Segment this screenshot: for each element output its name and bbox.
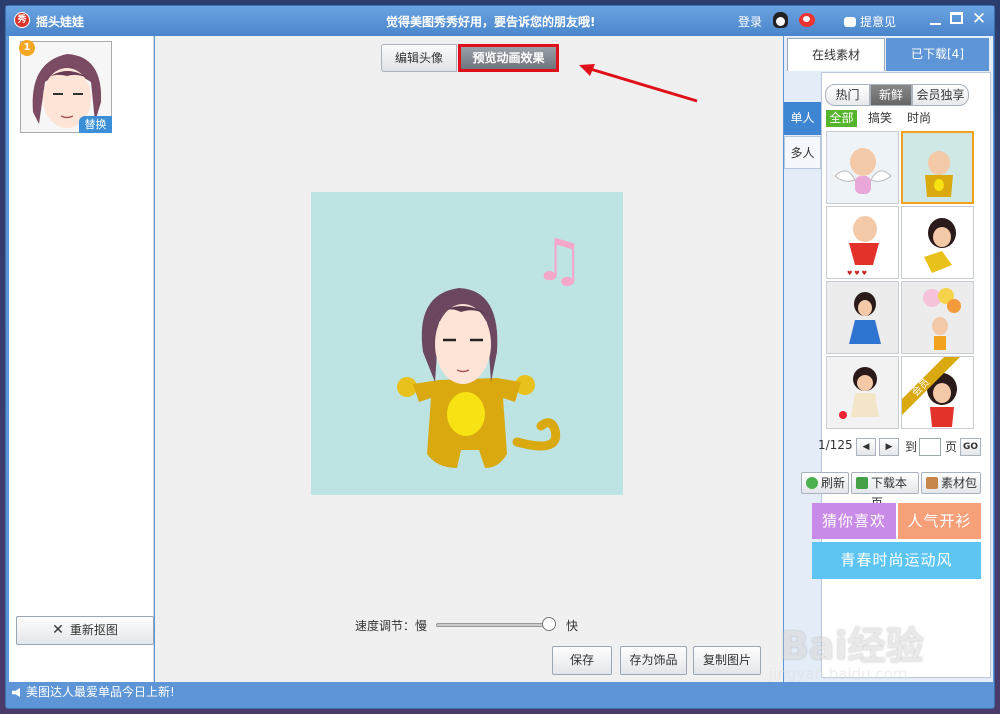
preview-area: 编辑头像 预览动画效果 ♫ 速度调节：慢 快 保存 存为饰品 复制图片: [155, 36, 783, 682]
refresh-label: 刷新: [821, 476, 846, 490]
balloon-girl-thumbnail: [923, 288, 961, 350]
material-item[interactable]: [901, 206, 974, 279]
feedback-button[interactable]: 提意见: [844, 13, 896, 30]
page-indicator: 1/125: [818, 438, 853, 452]
status-bar: 美图达人最爱单品今日上新!: [6, 682, 994, 709]
app-window: 秀 摇头娃娃 觉得美图秀秀好用，要告诉您的朋友哦! 登录 提意见 ✕ 1 替换 …: [5, 5, 995, 709]
go-button[interactable]: GO: [960, 438, 981, 456]
angel-baby-thumbnail: [834, 148, 892, 194]
app-title: 摇头娃娃: [36, 15, 85, 29]
material-pack-button[interactable]: 素材包: [921, 472, 981, 494]
speech-bubble-icon: [844, 17, 856, 27]
save-button[interactable]: 保存: [552, 646, 612, 675]
recrop-button[interactable]: ✕ 重新抠图: [16, 616, 154, 645]
refresh-icon: [806, 477, 818, 489]
material-item[interactable]: [826, 356, 899, 429]
promo-youth-sports[interactable]: 青春时尚运动风: [812, 542, 981, 579]
minimize-button[interactable]: [927, 11, 945, 29]
speed-slider[interactable]: [436, 623, 548, 627]
vip-girl-thumbnail: 会员: [902, 357, 960, 427]
close-button[interactable]: ✕: [970, 9, 988, 29]
filter-funny[interactable]: 搞笑: [868, 110, 892, 127]
close-x-icon: ✕: [52, 622, 64, 638]
maximize-button[interactable]: [950, 12, 963, 24]
animation-canvas: ♫: [311, 192, 623, 495]
feedback-label: 提意见: [860, 15, 897, 29]
package-icon: [926, 477, 938, 489]
tab-online-materials[interactable]: 在线素材: [787, 38, 885, 71]
music-note-icon: ♫: [533, 226, 585, 294]
material-item[interactable]: [901, 281, 974, 354]
page-unit-label: 页: [945, 440, 958, 454]
refresh-button[interactable]: 刷新: [801, 472, 849, 494]
red-outfit-baby-thumbnail: ♥ ♥ ♥: [847, 216, 879, 277]
copy-image-button[interactable]: 复制图片: [693, 646, 761, 675]
save-as-accessory-button[interactable]: 存为饰品: [620, 646, 687, 675]
page-number-input[interactable]: [919, 438, 941, 456]
svg-text:♥ ♥ ♥: ♥ ♥ ♥: [847, 270, 867, 277]
download-page-button[interactable]: 下载本页: [851, 472, 919, 510]
title-bar: 秀 摇头娃娃 觉得美图秀秀好用，要告诉您的朋友哦! 登录 提意见 ✕: [6, 6, 994, 36]
side-tab-single[interactable]: 单人: [784, 102, 821, 135]
material-item-selected[interactable]: [901, 131, 974, 204]
material-item-vip[interactable]: 会员: [901, 356, 974, 429]
filter-all[interactable]: 全部: [826, 110, 857, 127]
shaking-head-doll-figure: ♫: [311, 192, 623, 495]
category-segment: 热门 新鲜 会员独享: [825, 84, 969, 106]
speed-slider-knob[interactable]: [542, 617, 556, 631]
filter-fashion[interactable]: 时尚: [907, 110, 931, 127]
tab-downloaded[interactable]: 已下载[4]: [886, 38, 989, 71]
photo-index-badge: 1: [19, 40, 35, 56]
girl-flower-pot-thumbnail: [839, 367, 879, 419]
girl-blue-dress-thumbnail: [849, 292, 881, 344]
material-pack-label: 素材包: [941, 476, 978, 490]
recrop-label: 重新抠图: [69, 623, 118, 637]
tab-preview-animation[interactable]: 预览动画效果: [458, 44, 559, 72]
material-item[interactable]: [826, 131, 899, 204]
left-panel: 1 替换 ✕ 重新抠图: [9, 36, 154, 682]
segment-vip[interactable]: 会员独享: [912, 84, 969, 106]
mode-tabs: 编辑头像 预览动画效果: [381, 44, 561, 72]
material-panel: 在线素材 已下载[4] 单人 多人 热门 新鲜 会员独享 全部 搞笑 时尚 ♥ …: [784, 36, 993, 682]
red-arrow-annotation: [579, 64, 698, 103]
promo-guess-you-like[interactable]: 猜你喜欢: [812, 503, 896, 539]
goto-label: 到: [905, 440, 918, 454]
login-link[interactable]: 登录: [738, 13, 762, 30]
promo-popular-cardigan[interactable]: 人气开衫: [898, 503, 981, 539]
segment-hot[interactable]: 热门: [825, 84, 870, 106]
speed-fast-label: 快: [566, 619, 579, 633]
segment-new[interactable]: 新鲜: [870, 84, 912, 106]
speed-label: 速度调节：慢: [355, 619, 428, 633]
tab-edit-avatar[interactable]: 编辑头像: [381, 44, 457, 72]
girl-ice-cream-thumbnail: [924, 218, 956, 273]
weibo-icon[interactable]: [799, 13, 815, 27]
next-page-button[interactable]: ▶: [879, 438, 899, 456]
replace-button[interactable]: 替换: [79, 116, 112, 133]
download-arrow-icon: [856, 477, 868, 489]
speaker-icon: [12, 688, 20, 697]
material-item[interactable]: ♥ ♥ ♥: [826, 206, 899, 279]
slogan-text: 觉得美图秀秀好用，要告诉您的朋友哦!: [386, 15, 596, 29]
status-text[interactable]: 美图达人最爱单品今日上新!: [26, 685, 175, 699]
material-item[interactable]: [826, 281, 899, 354]
prev-page-button[interactable]: ◀: [856, 438, 876, 456]
monkey-costume-thumbnail: [925, 151, 953, 197]
qq-icon[interactable]: [773, 12, 788, 28]
side-tab-multi[interactable]: 多人: [784, 136, 821, 169]
app-logo-icon: 秀: [14, 12, 30, 28]
